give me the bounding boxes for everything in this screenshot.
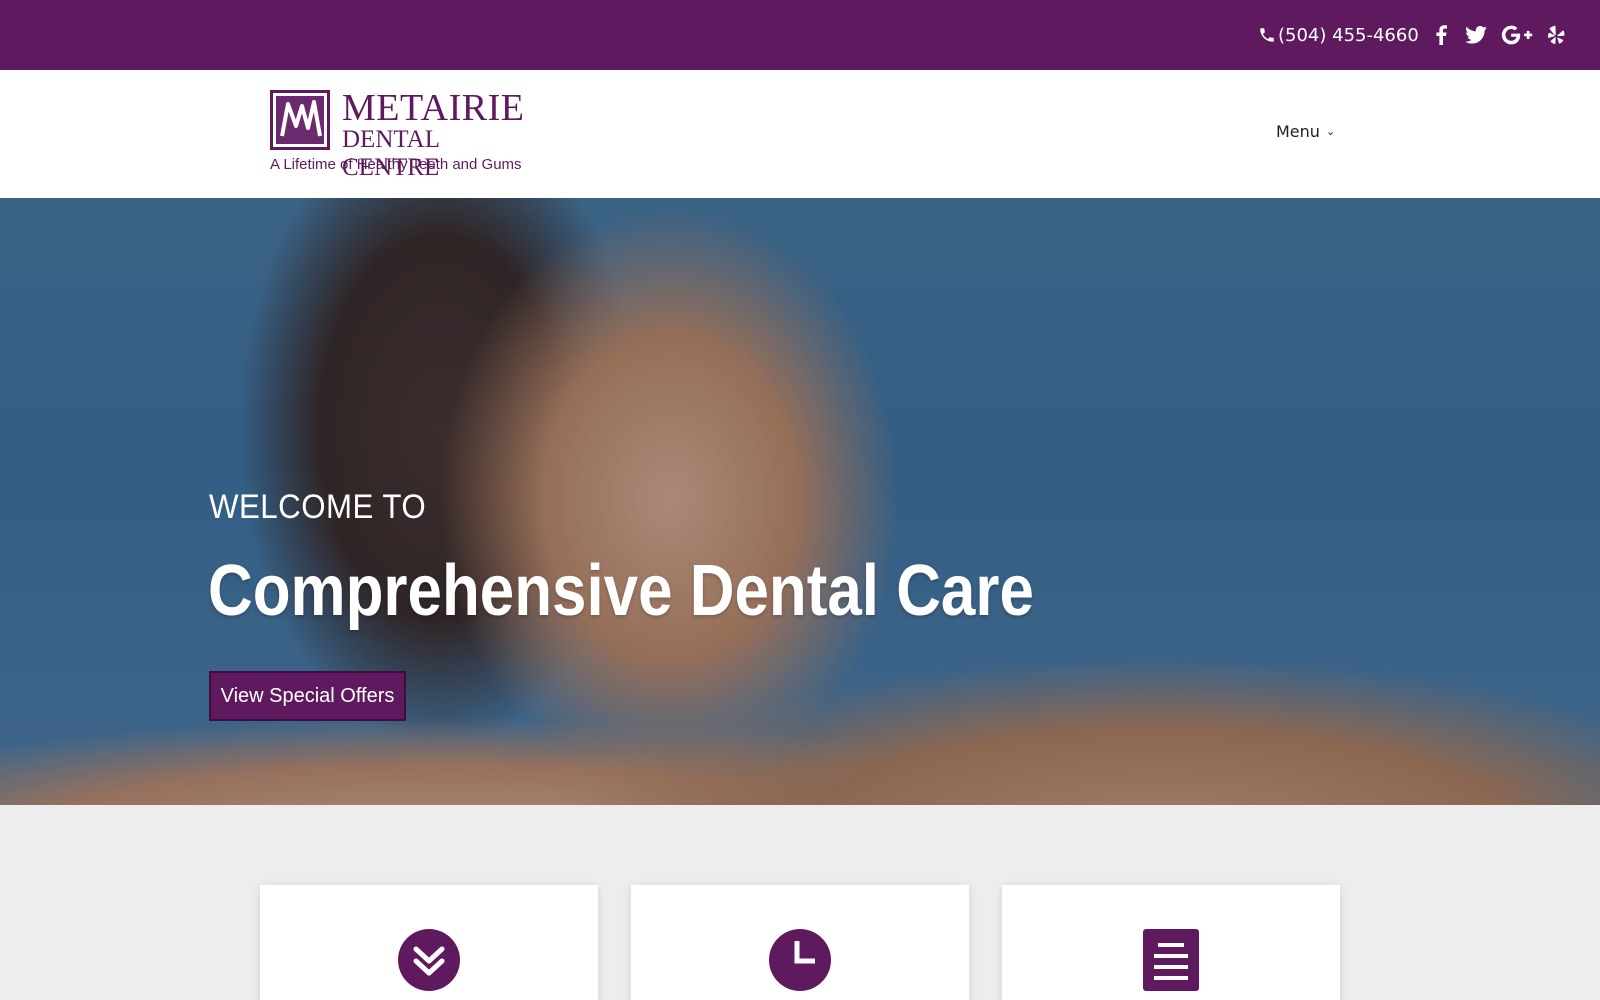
yelp-icon: [1548, 25, 1565, 44]
logo-tagline: A Lifetime of Healthy Teeth and Gums: [270, 156, 522, 173]
google-plus-link[interactable]: [1500, 20, 1534, 50]
facebook-icon: [1436, 25, 1447, 45]
hero-banner: WELCOME TO Comprehensive Dental Care Vie…: [0, 198, 1600, 805]
site-logo[interactable]: METAIRIE DENTAL CENTRE A Lifetime of Hea…: [268, 87, 525, 181]
facebook-link[interactable]: [1430, 20, 1452, 50]
feature-card[interactable]: [260, 885, 598, 1000]
menu-toggle[interactable]: Menu ⌄: [1276, 122, 1335, 141]
hero-title: Comprehensive Dental Care: [208, 551, 1034, 631]
logo-name-line1: METAIRIE: [342, 87, 525, 129]
clock-icon: [769, 929, 831, 991]
double-chevron-down-icon: [398, 929, 460, 991]
phone-number: (504) 455-4660: [1278, 24, 1419, 46]
phone-link[interactable]: (504) 455-4660: [1258, 21, 1419, 49]
logo-name-line2: DENTAL CENTRE: [342, 126, 440, 181]
menu-label: Menu: [1276, 122, 1320, 141]
top-bar: (504) 455-4660: [0, 0, 1600, 70]
feature-card[interactable]: [631, 885, 969, 1000]
chevron-down-icon: ⌄: [1325, 125, 1336, 138]
twitter-link[interactable]: [1463, 20, 1489, 50]
yelp-link[interactable]: [1546, 20, 1568, 50]
view-special-offers-button[interactable]: View Special Offers: [209, 671, 406, 721]
hero-subtitle: WELCOME TO: [209, 488, 427, 526]
document-icon: [1143, 929, 1199, 991]
logo-mark-icon: [270, 90, 330, 150]
site-header: METAIRIE DENTAL CENTRE A Lifetime of Hea…: [0, 70, 1600, 198]
google-plus-icon: [1501, 25, 1533, 45]
phone-icon: [1260, 28, 1274, 42]
feature-card[interactable]: [1002, 885, 1340, 1000]
twitter-icon: [1465, 26, 1487, 44]
